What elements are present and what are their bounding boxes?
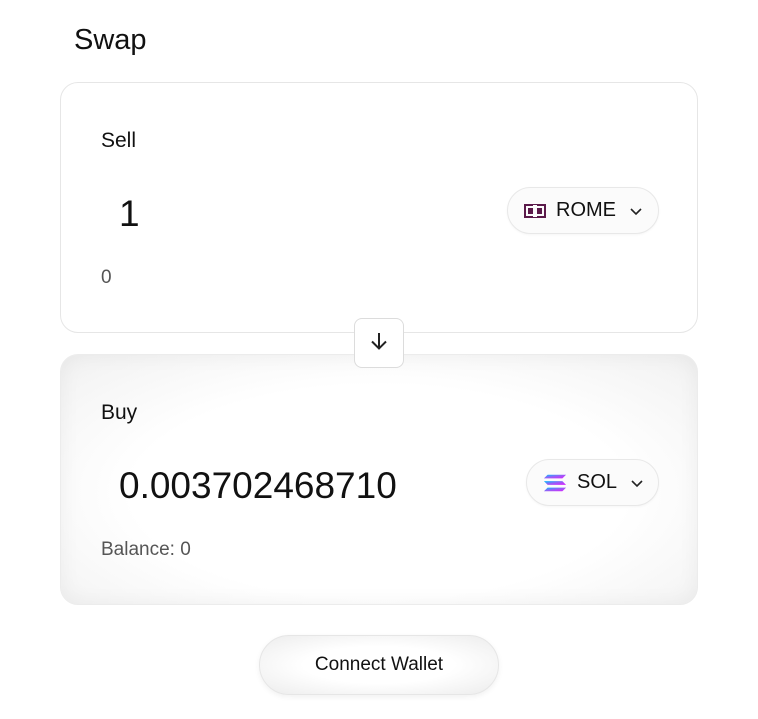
solana-logo-icon — [543, 471, 567, 495]
buy-token-selector[interactable]: SOL — [526, 459, 659, 506]
sell-token-symbol: ROME — [556, 199, 616, 221]
buy-token-symbol: SOL — [577, 471, 618, 493]
buy-balance: Balance: 0 — [101, 539, 191, 560]
buy-card: Buy 0.003702468710 SOL Balance: 0 — [60, 354, 698, 605]
arrow-down-icon — [368, 330, 390, 357]
chevron-down-icon — [629, 475, 645, 491]
sell-token-selector[interactable]: ROME — [507, 187, 659, 234]
rome-logo-icon — [524, 199, 546, 223]
sell-card: Sell 1 ROME 0 — [60, 82, 698, 333]
buy-amount-output: 0.003702468710 — [119, 465, 397, 506]
swap-direction-button[interactable] — [354, 318, 404, 368]
sell-label: Sell — [101, 129, 137, 152]
connect-wallet-button[interactable]: Connect Wallet — [259, 635, 499, 695]
buy-label: Buy — [101, 401, 138, 424]
sell-amount-input[interactable]: 1 — [119, 193, 499, 235]
sell-sub-value: 0 — [101, 267, 112, 288]
page-title: Swap — [74, 24, 147, 56]
chevron-down-icon — [628, 203, 644, 219]
